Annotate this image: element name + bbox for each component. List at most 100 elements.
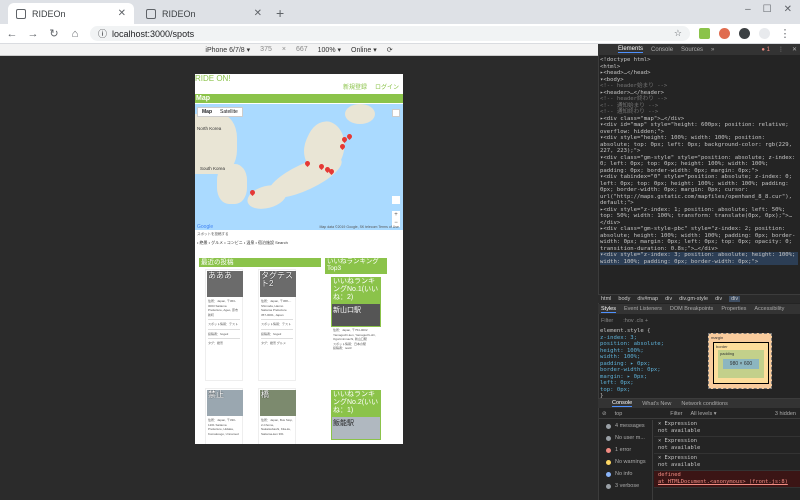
ranking-card[interactable]: いいねランキングNo.2(いいね：1) 飯能駅 [331, 390, 381, 440]
styles-tab[interactable]: Event Listeners [624, 306, 662, 312]
fullscreen-icon[interactable] [392, 109, 400, 117]
console-sidebar-item[interactable]: No info [598, 468, 652, 480]
width-field[interactable]: 375 [260, 46, 272, 53]
console-sidebar-item[interactable]: 4 messages [598, 420, 652, 432]
breadcrumb-item[interactable]: div#map [637, 296, 658, 302]
info-icon[interactable]: ⓘ [98, 27, 107, 40]
dom-node[interactable]: ▾<div class="gm-style" style="position: … [600, 155, 798, 175]
tab-sources[interactable]: Sources [681, 47, 703, 53]
console-sidebar-item[interactable]: 3 verbose [598, 480, 652, 492]
back-icon[interactable]: ← [6, 28, 18, 40]
dom-tree[interactable]: <!doctype html> <html> ▸<head>…</head> ▾<… [600, 57, 798, 289]
dom-node[interactable]: ▸<div style="z-index: 1; position: absol… [600, 207, 798, 227]
tab-inactive[interactable]: RIDEOn ✕ [138, 3, 270, 24]
map-type-map[interactable]: Map [198, 108, 216, 116]
street-view-icon[interactable] [392, 196, 400, 204]
console-sidebar-label: 1 error [615, 447, 632, 453]
new-tab-button[interactable]: + [276, 5, 284, 21]
recent-posts-heading: 最近の投稿 [199, 258, 321, 267]
reload-icon[interactable]: ↻ [48, 27, 60, 40]
extension-icon[interactable] [719, 28, 730, 39]
box-model: margin border padding 980 × 600 [708, 333, 772, 389]
post-card[interactable]: 橋 住所：Japan, Bus Stop, 2-Chome, Nakatsuba… [258, 388, 296, 444]
rotate-icon[interactable]: ⟳ [387, 46, 393, 54]
dom-node[interactable]: ▾<div tabindex="0" style="position: abso… [600, 174, 798, 207]
close-tab-icon[interactable]: ✕ [118, 8, 126, 19]
dom-node[interactable]: ▾<div style="height: 100%; width: 100%; … [600, 135, 798, 155]
google-map[interactable]: North Korea South Korea [195, 104, 403, 230]
context-select[interactable]: top [615, 411, 623, 417]
box-padding-label: padding [720, 351, 735, 356]
drawer-tab-network-conditions[interactable]: Network conditions [681, 401, 727, 407]
error-badge[interactable]: ● 1 [761, 47, 770, 53]
breadcrumb-item[interactable]: div [665, 296, 672, 302]
console-sidebar-item[interactable]: No user m... [598, 432, 652, 444]
breadcrumb-item[interactable]: div [729, 296, 741, 302]
maximize-icon[interactable]: ☐ [763, 4, 772, 15]
post-spot-link[interactable]: スポットを投稿する [197, 232, 229, 237]
clear-console-icon[interactable]: ⊘ [602, 411, 607, 417]
log-levels-select[interactable]: All levels ▾ [691, 411, 717, 417]
network-select[interactable]: Online ▾ [351, 46, 377, 54]
brand-logo[interactable]: RIDE ON! [195, 74, 231, 83]
drawer-tabs: Console What's New Network conditions [598, 398, 800, 408]
dom-node[interactable]: ▾<div id="map" style="height: 600px; pos… [600, 122, 798, 135]
level-icon [606, 471, 611, 477]
breadcrumb-item[interactable]: body [618, 296, 630, 302]
post-image: 橋 [260, 390, 296, 416]
height-field[interactable]: 667 [296, 46, 308, 53]
map-land [345, 104, 375, 124]
breadcrumb-item[interactable]: div [715, 296, 722, 302]
console-sidebar-item[interactable]: No warnings [598, 456, 652, 468]
zoom-select[interactable]: 100% ▾ [318, 46, 341, 54]
tab-elements[interactable]: Elements [618, 46, 644, 53]
post-card[interactable]: あああ 住所：Japan, 〒363-0003 Saitama Prefectu… [205, 269, 243, 381]
close-tab-icon[interactable]: ✕ [254, 8, 262, 19]
console-message-text: × Expression [658, 438, 697, 444]
element-style-rules[interactable]: element.style { z-index: 3; position: ab… [600, 328, 704, 400]
dom-node[interactable]: ▾<div style="z-index: 3; position: absol… [600, 252, 798, 265]
map-type-satellite[interactable]: Satellite [216, 108, 242, 116]
console-message-detail[interactable]: at HTMLDocument.<anonymous> (front.js:8) [658, 479, 796, 486]
bookmark-star-icon[interactable]: ☆ [674, 28, 682, 39]
more-tabs-icon[interactable]: » [711, 47, 714, 53]
styles-tab[interactable]: DOM Breakpoints [670, 306, 713, 312]
tag-filters[interactable]: • 絶景 • グルメ • コンビニ • 温泉 • 宿泊施設 Search [197, 240, 288, 246]
address-bar[interactable]: ⓘ localhost:3000/spots ☆ [90, 26, 690, 41]
drawer-tab-console[interactable]: Console [612, 400, 633, 407]
signup-link[interactable]: 新規登録 [343, 82, 367, 91]
window-controls: – ☐ ✕ [745, 4, 792, 15]
extension-icon[interactable] [699, 28, 710, 39]
login-link[interactable]: ログイン [375, 82, 399, 91]
home-icon[interactable]: ⌂ [69, 28, 81, 40]
ranking-card[interactable]: いいねランキングNo.1(いいね：2) 新山口駅 住所：Japan, 〒754-… [331, 277, 381, 371]
styles-tab[interactable]: Accessibility [754, 306, 784, 312]
minimize-icon[interactable]: – [745, 4, 751, 15]
styles-tab[interactable]: Properties [721, 306, 746, 312]
menu-icon[interactable]: ⋮ [779, 27, 791, 40]
console-sidebar-item[interactable]: 1 error [598, 444, 652, 456]
close-window-icon[interactable]: ✕ [784, 4, 792, 15]
drawer-tab-whats-new[interactable]: What's New [642, 401, 671, 407]
avatar[interactable] [739, 28, 750, 39]
dom-node[interactable]: ▸<div class="gm-style-pbc" style="z-inde… [600, 226, 798, 252]
post-card[interactable]: タグテスト2 住所：Japan, 〒368-... Shimoda, Hanno… [258, 269, 296, 381]
styles-filter-input[interactable]: Filter [601, 318, 613, 324]
breadcrumb-item[interactable]: div.gm-style [679, 296, 708, 302]
styles-filter-options[interactable]: :hov .cls + [623, 318, 648, 324]
breadcrumb-item[interactable]: html [601, 296, 611, 302]
styles-tab[interactable]: Styles [601, 306, 616, 313]
console-message-text: × Expression [658, 455, 697, 461]
post-card[interactable]: 禁止 住所：Japan, 〒330-1201 Saitama Prefectur… [205, 388, 243, 444]
tab-console[interactable]: Console [651, 47, 673, 53]
profile-icon[interactable] [759, 28, 770, 39]
device-select[interactable]: iPhone 6/7/8 ▾ [205, 46, 250, 54]
console-sidebar-label: No warnings [615, 459, 646, 465]
devtools-menu-icon[interactable]: ⋮ [778, 46, 784, 53]
forward-icon[interactable]: → [27, 28, 39, 40]
tab-active[interactable]: RIDEOn ✕ [8, 3, 134, 24]
close-devtools-icon[interactable]: ✕ [792, 46, 800, 53]
zoom-in-button[interactable]: + [392, 211, 400, 219]
console-sidebar: 4 messages No user m... 1 error No warnings… [598, 420, 653, 500]
console-filter-input[interactable]: Filter [670, 411, 682, 417]
